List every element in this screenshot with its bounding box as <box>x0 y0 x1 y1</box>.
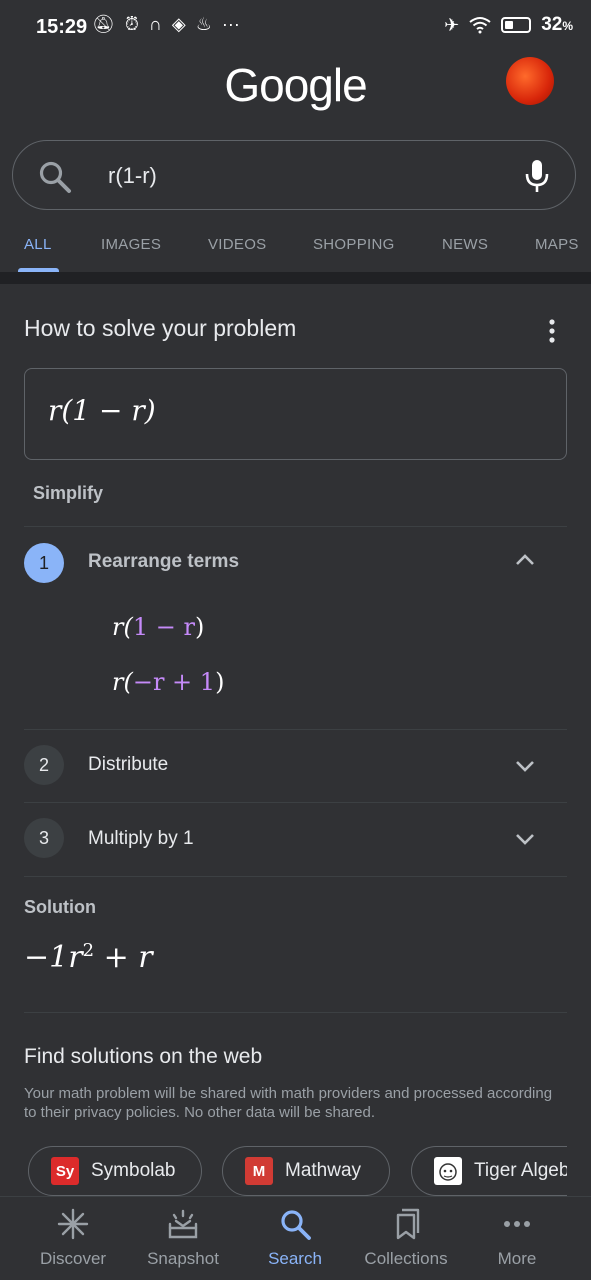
nav-label: Snapshot <box>147 1249 219 1268</box>
symbolab-logo: Sy <box>51 1157 79 1185</box>
step-number: 3 <box>24 818 64 858</box>
tab-maps[interactable]: MAPS <box>535 236 579 253</box>
solution: −1r2 + r <box>24 940 153 975</box>
status-time: 15:29 <box>36 16 88 38</box>
nav-label: More <box>497 1249 537 1268</box>
step-label[interactable]: Distribute <box>88 754 168 776</box>
provider-name: Tiger Algebra <box>474 1160 567 1181</box>
mathway-logo: M <box>245 1157 273 1185</box>
nav-discover[interactable]: Discover <box>18 1207 128 1269</box>
more-notifications-icon: ··· <box>221 14 240 34</box>
nav-snapshot[interactable]: Snapshot <box>128 1207 238 1269</box>
tab-news[interactable]: NEWS <box>442 236 488 253</box>
divider <box>24 802 567 803</box>
step-math-line: r(1 − r) <box>112 613 205 641</box>
snapshot-icon <box>168 1209 198 1239</box>
divider <box>24 876 567 877</box>
chevron-up-icon[interactable] <box>513 548 537 572</box>
tab-shopping[interactable]: SHOPPING <box>313 236 395 253</box>
nav-label: Discover <box>39 1249 107 1268</box>
battery-icon <box>501 17 532 33</box>
battery-percent: 32% <box>541 14 573 35</box>
step-number: 2 <box>24 745 64 785</box>
nav-collections[interactable]: Collections <box>351 1207 461 1269</box>
wifi-icon <box>469 17 491 34</box>
web-solutions-description: Your math problem will be shared with ma… <box>24 1085 553 1121</box>
divider <box>24 1012 567 1013</box>
solver-title: How to solve your problem <box>24 315 297 341</box>
nav-more[interactable]: More <box>462 1207 572 1269</box>
step-math-line: r(−r + 1) <box>112 668 225 696</box>
search-icon <box>281 1210 311 1240</box>
status-bar: 15:29 🔕︎ ⏰︎ ∩ ◈ ♨ ··· ✈ 32% <box>0 0 591 52</box>
nav-label: Collections <box>364 1249 448 1268</box>
tab-videos[interactable]: VIDEOS <box>208 236 266 253</box>
nav-label: Search <box>268 1249 322 1268</box>
divider <box>0 272 591 284</box>
bookmarks-icon <box>396 1208 420 1240</box>
divider <box>24 729 567 730</box>
search-box[interactable] <box>12 140 576 210</box>
search-icon[interactable] <box>38 160 72 194</box>
step-label[interactable]: Rearrange terms <box>88 551 239 573</box>
headphones-icon: ∩ <box>148 14 162 34</box>
avatar[interactable] <box>506 57 554 105</box>
step-number: 1 <box>24 543 64 583</box>
step-label[interactable]: Multiply by 1 <box>88 828 194 850</box>
google-logo: Google <box>224 59 367 111</box>
expression: r(1 − r) <box>48 394 156 427</box>
provider-chip-symbolab[interactable]: Sy Symbolab <box>28 1146 202 1196</box>
nav-search[interactable]: Search <box>240 1207 350 1269</box>
tab-images[interactable]: IMAGES <box>101 236 161 253</box>
airplane-icon: ✈ <box>444 14 460 35</box>
solve-mode: Simplify <box>33 483 104 503</box>
provider-chip-mathway[interactable]: M Mathway <box>222 1146 390 1196</box>
solution-label: Solution <box>24 897 96 917</box>
provider-name: Symbolab <box>91 1160 176 1181</box>
chevron-down-icon[interactable] <box>513 754 537 778</box>
game-icon: ◈ <box>171 14 186 34</box>
chevron-down-icon[interactable] <box>513 827 537 851</box>
search-tabs: ALL IMAGES VIDEOS SHOPPING NEWS MAPS <box>0 226 591 272</box>
web-solutions-title: Find solutions on the web <box>24 1045 263 1068</box>
flame-icon: ♨ <box>195 14 212 34</box>
search-input[interactable]: r(1-r) <box>108 163 157 189</box>
provider-name: Mathway <box>285 1160 362 1181</box>
alarm-icon: ⏰︎ <box>124 14 139 34</box>
asterisk-icon <box>57 1208 89 1240</box>
mic-icon[interactable] <box>520 158 554 194</box>
divider <box>24 526 567 527</box>
tiger-algebra-logo <box>434 1157 462 1185</box>
provider-chip-tiger-algebra[interactable]: Tiger Algebra <box>411 1146 567 1196</box>
tab-all[interactable]: ALL <box>24 236 52 253</box>
system-icons: ✈ 32% <box>444 14 573 36</box>
bottom-navigation: Discover Snapshot Search Collections Mor… <box>0 1196 591 1280</box>
bell-off-icon: 🔕︎ <box>92 14 115 34</box>
more-options-icon[interactable] <box>542 318 562 344</box>
more-dots-icon <box>504 1221 530 1227</box>
notification-icons: 🔕︎ ⏰︎ ∩ ◈ ♨ ··· <box>92 14 240 35</box>
